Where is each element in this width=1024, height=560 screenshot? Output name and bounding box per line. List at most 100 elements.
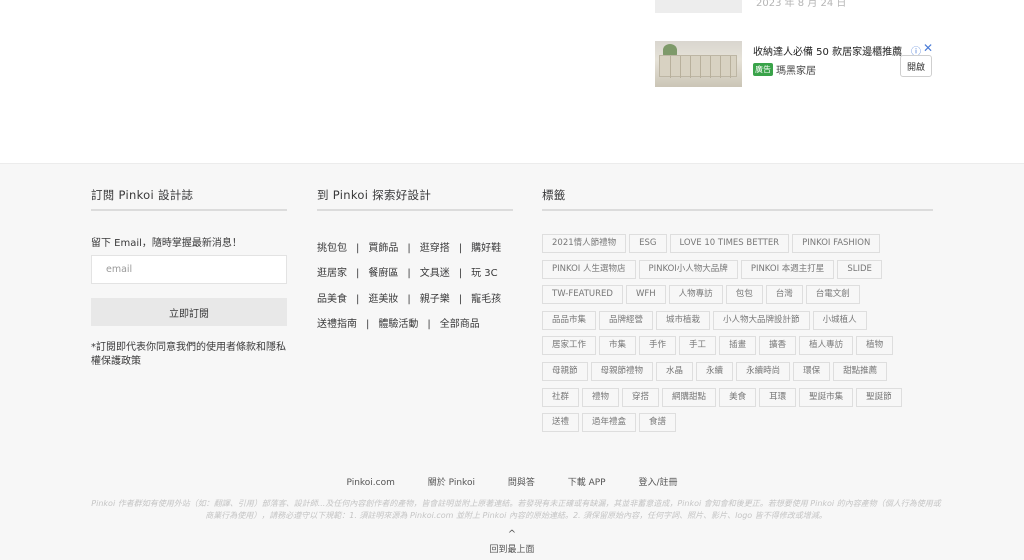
close-icon[interactable]: ✕ bbox=[923, 41, 933, 55]
category-link[interactable]: 餐廚區 bbox=[368, 264, 398, 279]
tag-chip[interactable]: 社群 bbox=[542, 387, 580, 407]
tag-chip[interactable]: 台灣 bbox=[765, 285, 803, 305]
footer-link-login[interactable]: 登入/註冊 bbox=[638, 475, 677, 488]
category-link[interactable]: 文具迷 bbox=[420, 264, 450, 279]
ad-image-cabinet bbox=[659, 55, 737, 78]
subscribe-terms: *訂閱即代表你同意我們的使用者條款和隱私權保護政策 bbox=[91, 342, 286, 367]
tag-chip[interactable]: TW-FEATURED bbox=[542, 285, 623, 305]
subscribe-heading: 訂閱 Pinkoi 設計誌 bbox=[91, 188, 194, 202]
tag-chip[interactable]: SLIDE bbox=[837, 259, 882, 279]
tag-chip[interactable]: 禮物 bbox=[582, 387, 620, 407]
tag-chip[interactable]: 網購甜點 bbox=[662, 387, 717, 407]
tag-chip[interactable]: 環保 bbox=[793, 361, 831, 381]
tag-chip[interactable]: 插畫 bbox=[719, 336, 757, 356]
related-post-thumbnail[interactable] bbox=[655, 0, 742, 13]
category-link[interactable]: 挑包包 bbox=[317, 239, 347, 254]
tag-chip[interactable]: 送禮 bbox=[542, 413, 580, 433]
category-link[interactable]: 親子樂 bbox=[420, 290, 450, 305]
tag-chip[interactable]: 擴香 bbox=[759, 336, 797, 356]
tag-chip[interactable]: 甜點推薦 bbox=[833, 361, 888, 381]
tag-chip[interactable]: 穿搭 bbox=[622, 387, 660, 407]
tag-row: TW-FEATURED WFH 人物專訪 包包 台灣 台電文創 bbox=[542, 285, 942, 311]
tag-chip[interactable]: 過年禮盒 bbox=[582, 413, 637, 433]
tag-chip[interactable]: 手作 bbox=[639, 336, 677, 356]
category-row: 挑包包 | 買飾品 | 逛穿搭 | 購好鞋 bbox=[317, 239, 501, 264]
tag-chip[interactable]: 永續 bbox=[696, 361, 734, 381]
tag-cloud: 2021情人節禮物 ESG LOVE 10 TIMES BETTER PINKOI F… bbox=[542, 234, 942, 439]
tag-row: PINKOI 人生選物店 PINKOI小人物大品牌 PINKOI 本週主打星 SLID… bbox=[542, 259, 942, 286]
tag-row: 居家工作 市集 手作 手工 插畫 擴香 植人專訪 植物 bbox=[542, 336, 942, 362]
tag-chip[interactable]: 市集 bbox=[599, 336, 637, 356]
ad-banner[interactable]: 收納達人必備 50 款居家邊櫃推薦 ⓘ ✕ 廣告 瑪黑家居 開啟 bbox=[655, 41, 935, 89]
tag-chip[interactable]: PINKOI FASHION bbox=[792, 234, 881, 253]
tag-chip[interactable]: ESG bbox=[629, 234, 667, 253]
tag-chip[interactable]: 母親節 bbox=[542, 361, 588, 381]
footer-link-faq[interactable]: 問與答 bbox=[508, 475, 535, 488]
tag-chip[interactable]: WFH bbox=[625, 285, 666, 305]
category-link[interactable]: 送禮指南 bbox=[317, 315, 357, 330]
ad-brand: 瑪黑家居 bbox=[776, 66, 816, 77]
tag-chip[interactable]: 聖誕市集 bbox=[799, 387, 854, 407]
tag-chip[interactable]: 永續時尚 bbox=[736, 361, 791, 381]
copyright-disclaimer: Pinkoi 作者群如有使用外站（如：翻譯、引用）部落客、設計師...及任何內容… bbox=[91, 499, 941, 520]
ad-open-button[interactable]: 開啟 bbox=[900, 55, 932, 77]
tag-chip[interactable]: PINKOI 本週主打星 bbox=[740, 259, 835, 279]
back-to-top-label: 回到最上面 bbox=[489, 545, 535, 555]
tag-row: 母親節 母親節禮物 水晶 永續 永續時尚 環保 甜點推薦 bbox=[542, 361, 942, 388]
tag-chip[interactable]: 植人專訪 bbox=[799, 336, 854, 356]
footer-link-download-app[interactable]: 下載 APP bbox=[568, 475, 606, 488]
tag-chip[interactable]: 小城植人 bbox=[812, 310, 867, 330]
tag-chip[interactable]: 包包 bbox=[725, 285, 763, 305]
category-link[interactable]: 品美食 bbox=[317, 290, 347, 305]
tag-chip[interactable]: 品品市集 bbox=[542, 310, 597, 330]
footer-link-about[interactable]: 關於 Pinkoi bbox=[428, 475, 475, 488]
category-link[interactable]: 逛美妝 bbox=[368, 290, 398, 305]
tag-chip[interactable]: 手工 bbox=[679, 336, 717, 356]
tag-row: 社群 禮物 穿搭 網購甜點 美食 耳環 聖誕市集 聖誕節 bbox=[542, 387, 942, 414]
ad-image[interactable] bbox=[655, 41, 742, 87]
chevron-up-icon: ^ bbox=[507, 529, 517, 540]
tag-row: 2021情人節禮物 ESG LOVE 10 TIMES BETTER PINKOI F… bbox=[542, 234, 942, 260]
tag-chip[interactable]: LOVE 10 TIMES BETTER bbox=[669, 234, 790, 253]
tag-chip[interactable]: 美食 bbox=[719, 387, 757, 407]
category-row: 品美食 | 逛美妝 | 親子樂 | 寵毛孩 bbox=[317, 290, 501, 315]
tag-chip[interactable]: 食譜 bbox=[639, 413, 677, 433]
explore-divider bbox=[317, 209, 513, 211]
subscribe-button[interactable]: 立即訂閱 bbox=[91, 298, 287, 326]
category-links: 挑包包 | 買飾品 | 逛穿搭 | 購好鞋 逛居家 | 餐廚區 | 文具迷 | 玩 3C 品美食 | 逛美妝… bbox=[317, 239, 501, 340]
back-to-top-button[interactable]: ^ 回到最上面 bbox=[0, 529, 1024, 556]
tag-chip[interactable]: 2021情人節禮物 bbox=[542, 234, 627, 253]
category-link[interactable]: 買飾品 bbox=[368, 239, 398, 254]
tags-heading: 標籤 bbox=[542, 188, 566, 202]
tag-chip[interactable]: 品牌經營 bbox=[599, 310, 654, 330]
category-link[interactable]: 購好鞋 bbox=[471, 239, 501, 254]
tag-chip[interactable]: 聖誕節 bbox=[856, 387, 902, 407]
category-link[interactable]: 逛居家 bbox=[317, 264, 347, 279]
footer-links: Pinkoi.com 關於 Pinkoi 問與答 下載 APP 登入/註冊 bbox=[0, 475, 1024, 488]
tag-chip[interactable]: 植物 bbox=[856, 336, 894, 356]
category-link[interactable]: 體驗活動 bbox=[378, 315, 418, 330]
related-post-date: 2023 年 8 月 24 日 bbox=[756, 0, 847, 9]
site-footer: 訂閱 Pinkoi 設計誌 留下 Email，隨時掌握最新消息！ 立即訂閱 *訂… bbox=[0, 163, 1024, 560]
email-input[interactable] bbox=[91, 255, 287, 284]
tag-chip[interactable]: 耳環 bbox=[759, 387, 797, 407]
category-row: 送禮指南 | 體驗活動 | 全部商品 bbox=[317, 315, 501, 340]
explore-heading: 到 Pinkoi 探索好設計 bbox=[317, 188, 432, 202]
footer-link-pinkoi[interactable]: Pinkoi.com bbox=[346, 478, 394, 488]
tag-chip[interactable]: 水晶 bbox=[656, 361, 694, 381]
subscribe-intro: 留下 Email，隨時掌握最新消息！ bbox=[91, 238, 242, 249]
tag-chip[interactable]: 小人物大品牌設計節 bbox=[713, 310, 810, 330]
tag-chip[interactable]: PINKOI 人生選物店 bbox=[542, 259, 636, 279]
tag-chip[interactable]: 人物專訪 bbox=[668, 285, 723, 305]
category-link[interactable]: 逛穿搭 bbox=[420, 239, 450, 254]
tag-chip[interactable]: 母親節禮物 bbox=[590, 361, 654, 381]
tag-chip[interactable]: 居家工作 bbox=[542, 336, 597, 356]
tag-chip[interactable]: 城市植栽 bbox=[656, 310, 711, 330]
category-link[interactable]: 全部商品 bbox=[440, 315, 480, 330]
category-link[interactable]: 寵毛孩 bbox=[471, 290, 501, 305]
tag-chip[interactable]: 台電文創 bbox=[805, 285, 860, 305]
category-link[interactable]: 玩 3C bbox=[471, 264, 498, 279]
ad-title[interactable]: 收納達人必備 50 款居家邊櫃推薦 bbox=[753, 43, 902, 58]
tag-chip[interactable]: PINKOI小人物大品牌 bbox=[638, 259, 738, 279]
category-row: 逛居家 | 餐廚區 | 文具迷 | 玩 3C bbox=[317, 264, 501, 289]
